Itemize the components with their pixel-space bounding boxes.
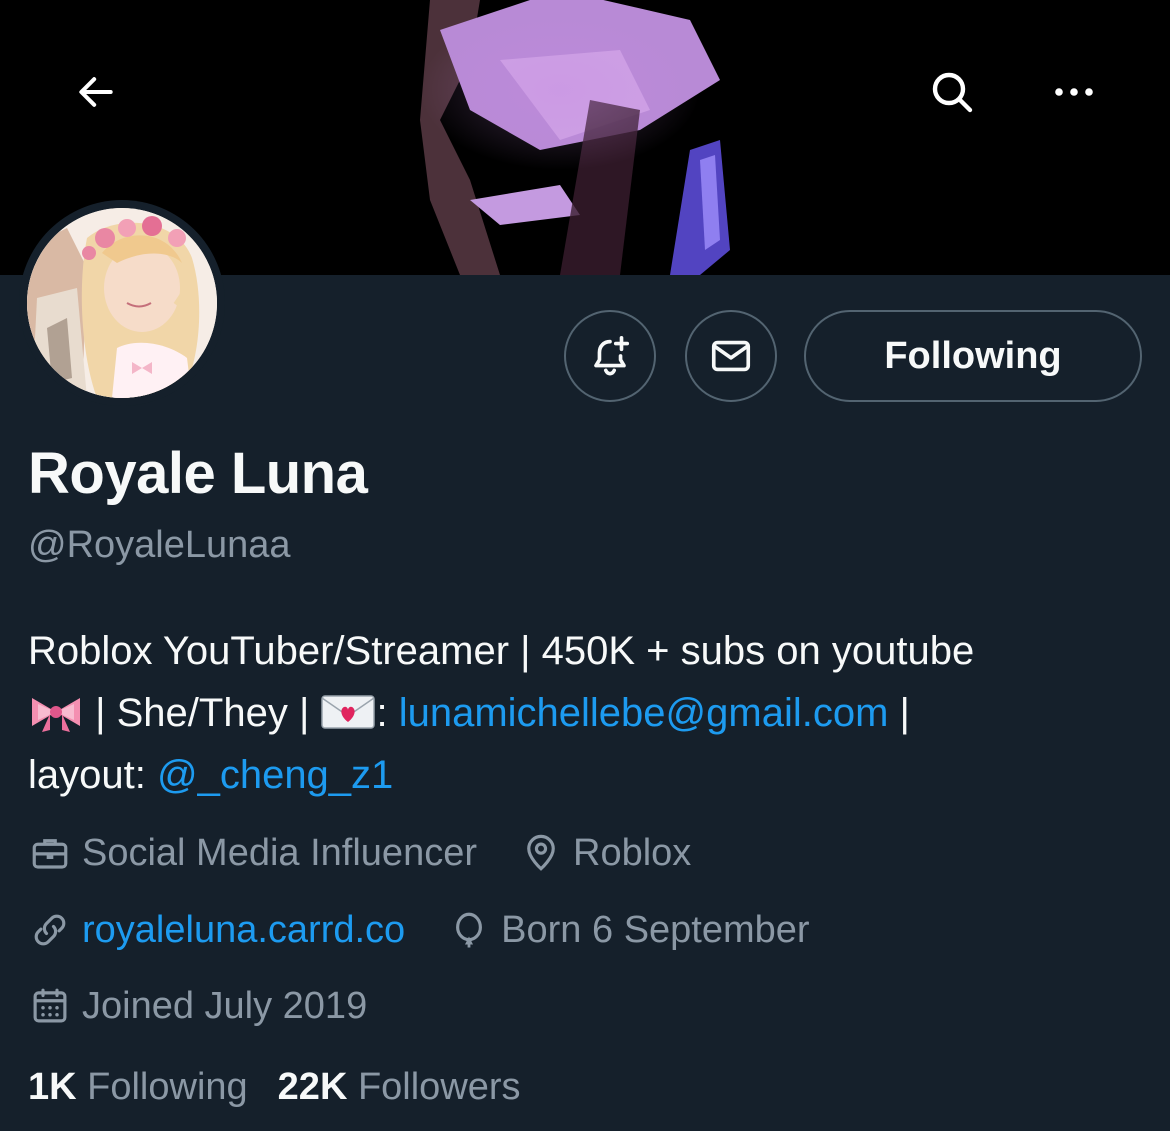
website-item[interactable]: royaleluna.carrd.co xyxy=(28,908,405,952)
joined-text: Joined July 2019 xyxy=(82,984,368,1027)
avatar-frame[interactable] xyxy=(19,200,225,406)
bio-separator: : xyxy=(376,691,399,735)
follow-stats: 1K Following 22K Followers xyxy=(28,1066,551,1109)
handle: @RoyaleLunaa xyxy=(28,524,291,566)
bio-mention-link[interactable]: @_cheng_z1 xyxy=(157,753,393,797)
location-pin-icon xyxy=(519,831,563,875)
following-button[interactable]: Following xyxy=(804,310,1142,402)
website-link[interactable]: royaleluna.carrd.co xyxy=(82,909,405,952)
profession-text: Social Media Influencer xyxy=(82,831,477,874)
meta-row-1: Social Media Influencer Roblox xyxy=(28,828,691,878)
search-button[interactable] xyxy=(920,60,984,124)
birthday-text: Born 6 September xyxy=(501,908,810,951)
back-arrow-icon xyxy=(79,77,113,107)
profession-item: Social Media Influencer xyxy=(28,831,477,875)
followers-stat[interactable]: 22K Followers xyxy=(278,1066,521,1109)
more-button[interactable] xyxy=(1042,60,1106,124)
bio-email-link[interactable]: lunamichellebe@gmail.com xyxy=(399,691,889,735)
back-button[interactable] xyxy=(64,60,128,124)
bio-pronouns: | She/They | xyxy=(84,691,321,735)
followers-label: Followers xyxy=(357,1066,521,1108)
love-letter-emoji-icon xyxy=(321,695,376,729)
bio-line-1: Roblox YouTuber/Streamer | 450K + subs o… xyxy=(28,629,975,673)
following-label: Following xyxy=(87,1066,248,1108)
location-item: Roblox xyxy=(519,831,691,875)
more-horizontal-icon xyxy=(1055,88,1093,96)
followers-count: 22K xyxy=(277,1066,348,1108)
bio-line-2: | She/They | : lunamichellebe@gmail.com … xyxy=(28,682,1138,744)
avatar xyxy=(27,208,217,398)
bio-pipe: | xyxy=(888,691,910,735)
location-text: Roblox xyxy=(573,831,692,874)
bio: Roblox YouTuber/Streamer | 450K + subs o… xyxy=(28,620,1138,806)
envelope-icon xyxy=(711,340,751,372)
display-name: Royale Luna xyxy=(28,441,368,506)
briefcase-icon xyxy=(28,831,72,875)
meta-row-2: royaleluna.carrd.co Born 6 September xyxy=(28,905,810,955)
message-button[interactable] xyxy=(685,310,777,402)
notify-button[interactable] xyxy=(564,310,656,402)
balloon-icon xyxy=(447,908,491,952)
bio-line-3: layout: @_cheng_z1 xyxy=(28,744,1138,806)
following-stat[interactable]: 1K Following xyxy=(28,1066,248,1109)
calendar-icon xyxy=(28,984,72,1028)
following-count: 1K xyxy=(28,1066,77,1108)
bio-layout-label: layout: xyxy=(28,753,157,797)
avatar-image xyxy=(27,208,217,398)
meta-row-3: Joined July 2019 xyxy=(28,981,367,1031)
birthday-item: Born 6 September xyxy=(447,908,810,952)
link-icon xyxy=(28,908,72,952)
bell-plus-icon xyxy=(594,335,630,376)
search-icon xyxy=(932,72,973,113)
joined-item: Joined July 2019 xyxy=(28,984,367,1028)
ribbon-emoji-icon xyxy=(32,698,80,732)
